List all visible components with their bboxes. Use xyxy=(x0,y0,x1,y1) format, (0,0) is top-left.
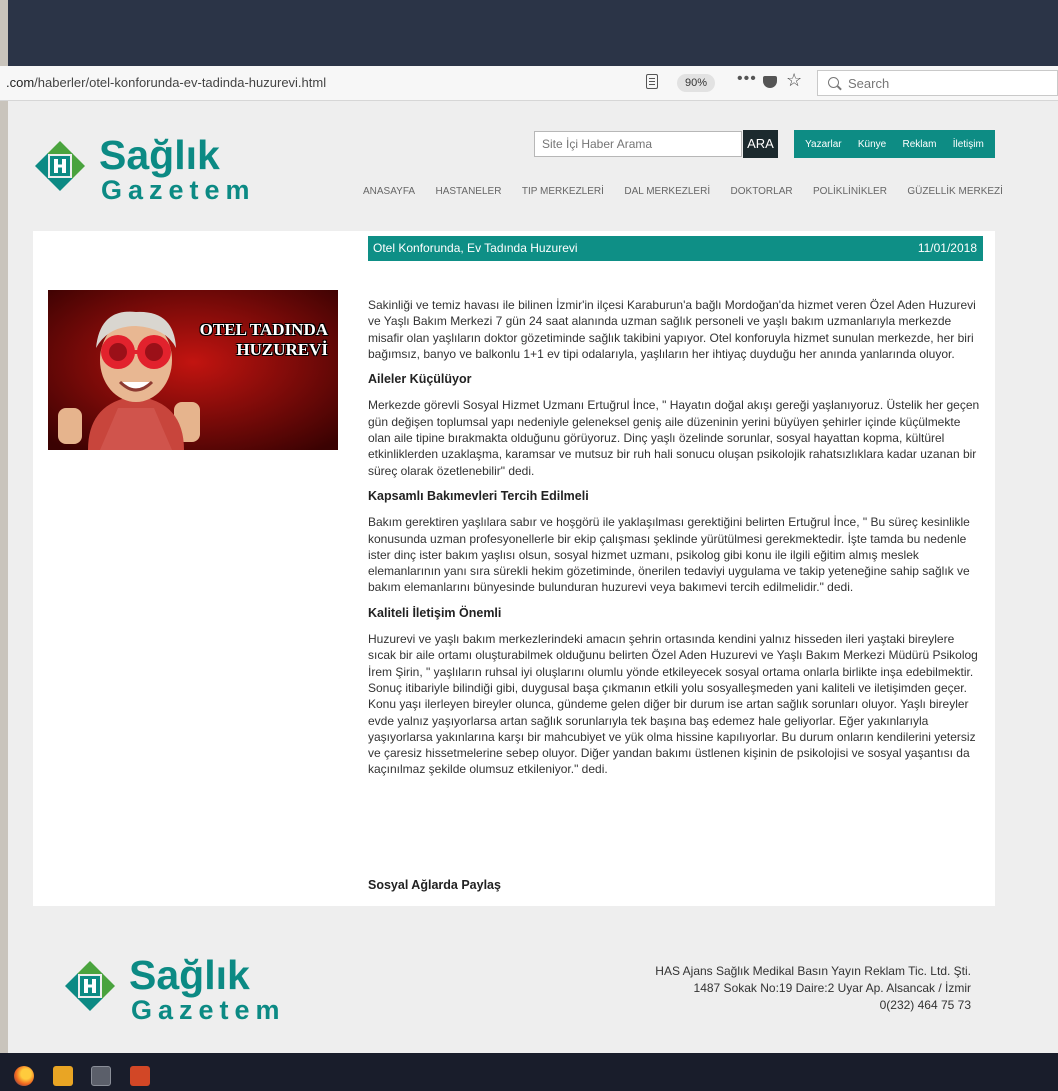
reader-view-icon[interactable] xyxy=(646,74,658,89)
image-caption: OTEL TADINDA HUZUREVİ xyxy=(178,320,328,360)
nav-dal-merkezleri[interactable]: DAL MERKEZLERİ xyxy=(624,186,710,197)
browser-search-placeholder: Search xyxy=(848,76,890,91)
pocket-icon[interactable] xyxy=(763,76,777,88)
outlook-icon[interactable] xyxy=(53,1066,73,1086)
browser-toolbar: .com/haberler/otel-konforunda-ev-tadinda… xyxy=(0,66,1058,101)
search-icon xyxy=(828,77,839,88)
article-title-bar: Otel Konforunda, Ev Tadında Huzurevi 11/… xyxy=(368,236,983,261)
calculator-icon[interactable] xyxy=(91,1066,111,1086)
url-domain: .com xyxy=(6,75,35,90)
subheading-kaliteli: Kaliteli İletişim Önemli xyxy=(368,605,502,620)
search-button[interactable]: ARA xyxy=(743,130,778,158)
footer-logo-word-saglik: Sağlık xyxy=(129,952,250,998)
paragraph-3: Huzurevi ve yaşlı bakım merkezlerindeki … xyxy=(368,632,978,777)
social-share-heading: Sosyal Ağlarda Paylaş xyxy=(368,878,501,892)
footer-address: 1487 Sokak No:19 Daire:2 Uyar Ap. Alsanc… xyxy=(693,981,971,995)
logo-word-gazetem: Gazetem xyxy=(101,175,256,205)
footer-info: HAS Ajans Sağlık Medikal Basın Yayın Rek… xyxy=(551,963,971,1014)
url-field[interactable]: .com/haberler/otel-konforunda-ev-tadinda… xyxy=(6,75,326,90)
nav-anasayfa[interactable]: ANASAYFA xyxy=(363,186,415,197)
top-link-reklam[interactable]: Reklam xyxy=(903,139,937,150)
firefox-icon[interactable] xyxy=(14,1066,34,1086)
top-link-kunye[interactable]: Künye xyxy=(858,139,886,150)
image-caption-line2: HUZUREVİ xyxy=(236,340,328,359)
web-page: Sağlık Gazetem ARA Yazarlar Künye Reklam… xyxy=(8,101,1058,1053)
footer-company: HAS Ajans Sağlık Medikal Basın Yayın Rek… xyxy=(655,964,971,978)
article-image xyxy=(48,290,338,450)
nav-guzellik-merkezi[interactable]: GÜZELLİK MERKEZİ xyxy=(907,186,1003,197)
site-logo[interactable]: Sağlık Gazetem xyxy=(33,133,283,219)
desktop-edge xyxy=(0,0,8,1091)
taskbar xyxy=(0,1053,1058,1091)
paragraph-1: Merkezde görevli Sosyal Hizmet Uzmanı Er… xyxy=(368,398,980,478)
image-caption-line1: OTEL TADINDA xyxy=(199,320,328,339)
bookmark-star-icon[interactable]: ☆ xyxy=(786,70,802,91)
zoom-level-badge[interactable]: 90% xyxy=(677,74,715,92)
nav-hastaneler[interactable]: HASTANELER xyxy=(435,186,501,197)
article-panel: Otel Konforunda, Ev Tadında Huzurevi 11/… xyxy=(33,231,995,906)
browser-titlebar xyxy=(8,0,1058,66)
site-search-input[interactable] xyxy=(534,131,742,157)
paragraph-2: Bakım gerektiren yaşlılara sabır ve hoşg… xyxy=(368,515,970,595)
logo-word-saglik: Sağlık xyxy=(99,132,220,178)
nav-tip-merkezleri[interactable]: TIP MERKEZLERİ xyxy=(522,186,604,197)
article-date: 11/01/2018 xyxy=(917,241,977,255)
top-link-yazarlar[interactable]: Yazarlar xyxy=(805,139,842,150)
footer-phone: 0(232) 464 75 73 xyxy=(879,998,971,1012)
article-title: Otel Konforunda, Ev Tadında Huzurevi xyxy=(373,241,578,255)
main-nav: ANASAYFA HASTANELER TIP MERKEZLERİ DAL M… xyxy=(363,186,1003,197)
url-path: /haberler/otel-konforunda-ev-tadinda-huz… xyxy=(34,75,327,90)
top-link-iletisim[interactable]: İletişim xyxy=(953,139,984,150)
logo-mark-icon xyxy=(35,141,85,191)
powerpoint-icon[interactable] xyxy=(130,1066,150,1086)
article-intro: Sakinliği ve temiz havası ile bilinen İz… xyxy=(368,298,976,361)
article-body: Sakinliği ve temiz havası ile bilinen İz… xyxy=(368,297,983,787)
browser-search-box[interactable]: Search xyxy=(817,70,1058,96)
top-links-bar: Yazarlar Künye Reklam İletişim xyxy=(794,130,995,158)
subheading-aileler: Aileler Küçülüyor xyxy=(368,372,472,387)
nav-poliklinikler[interactable]: POLİKLİNİKLER xyxy=(813,186,887,197)
subheading-kapsamli: Kapsamlı Bakımevleri Tercih Edilmeli xyxy=(368,488,589,503)
footer-logo-word-gazetem: Gazetem xyxy=(131,995,286,1025)
footer-logo[interactable]: Sağlık Gazetem xyxy=(63,953,313,1039)
more-actions-icon[interactable]: ••• xyxy=(737,70,757,88)
nav-doktorlar[interactable]: DOKTORLAR xyxy=(731,186,793,197)
footer-logo-mark-icon xyxy=(65,961,115,1011)
